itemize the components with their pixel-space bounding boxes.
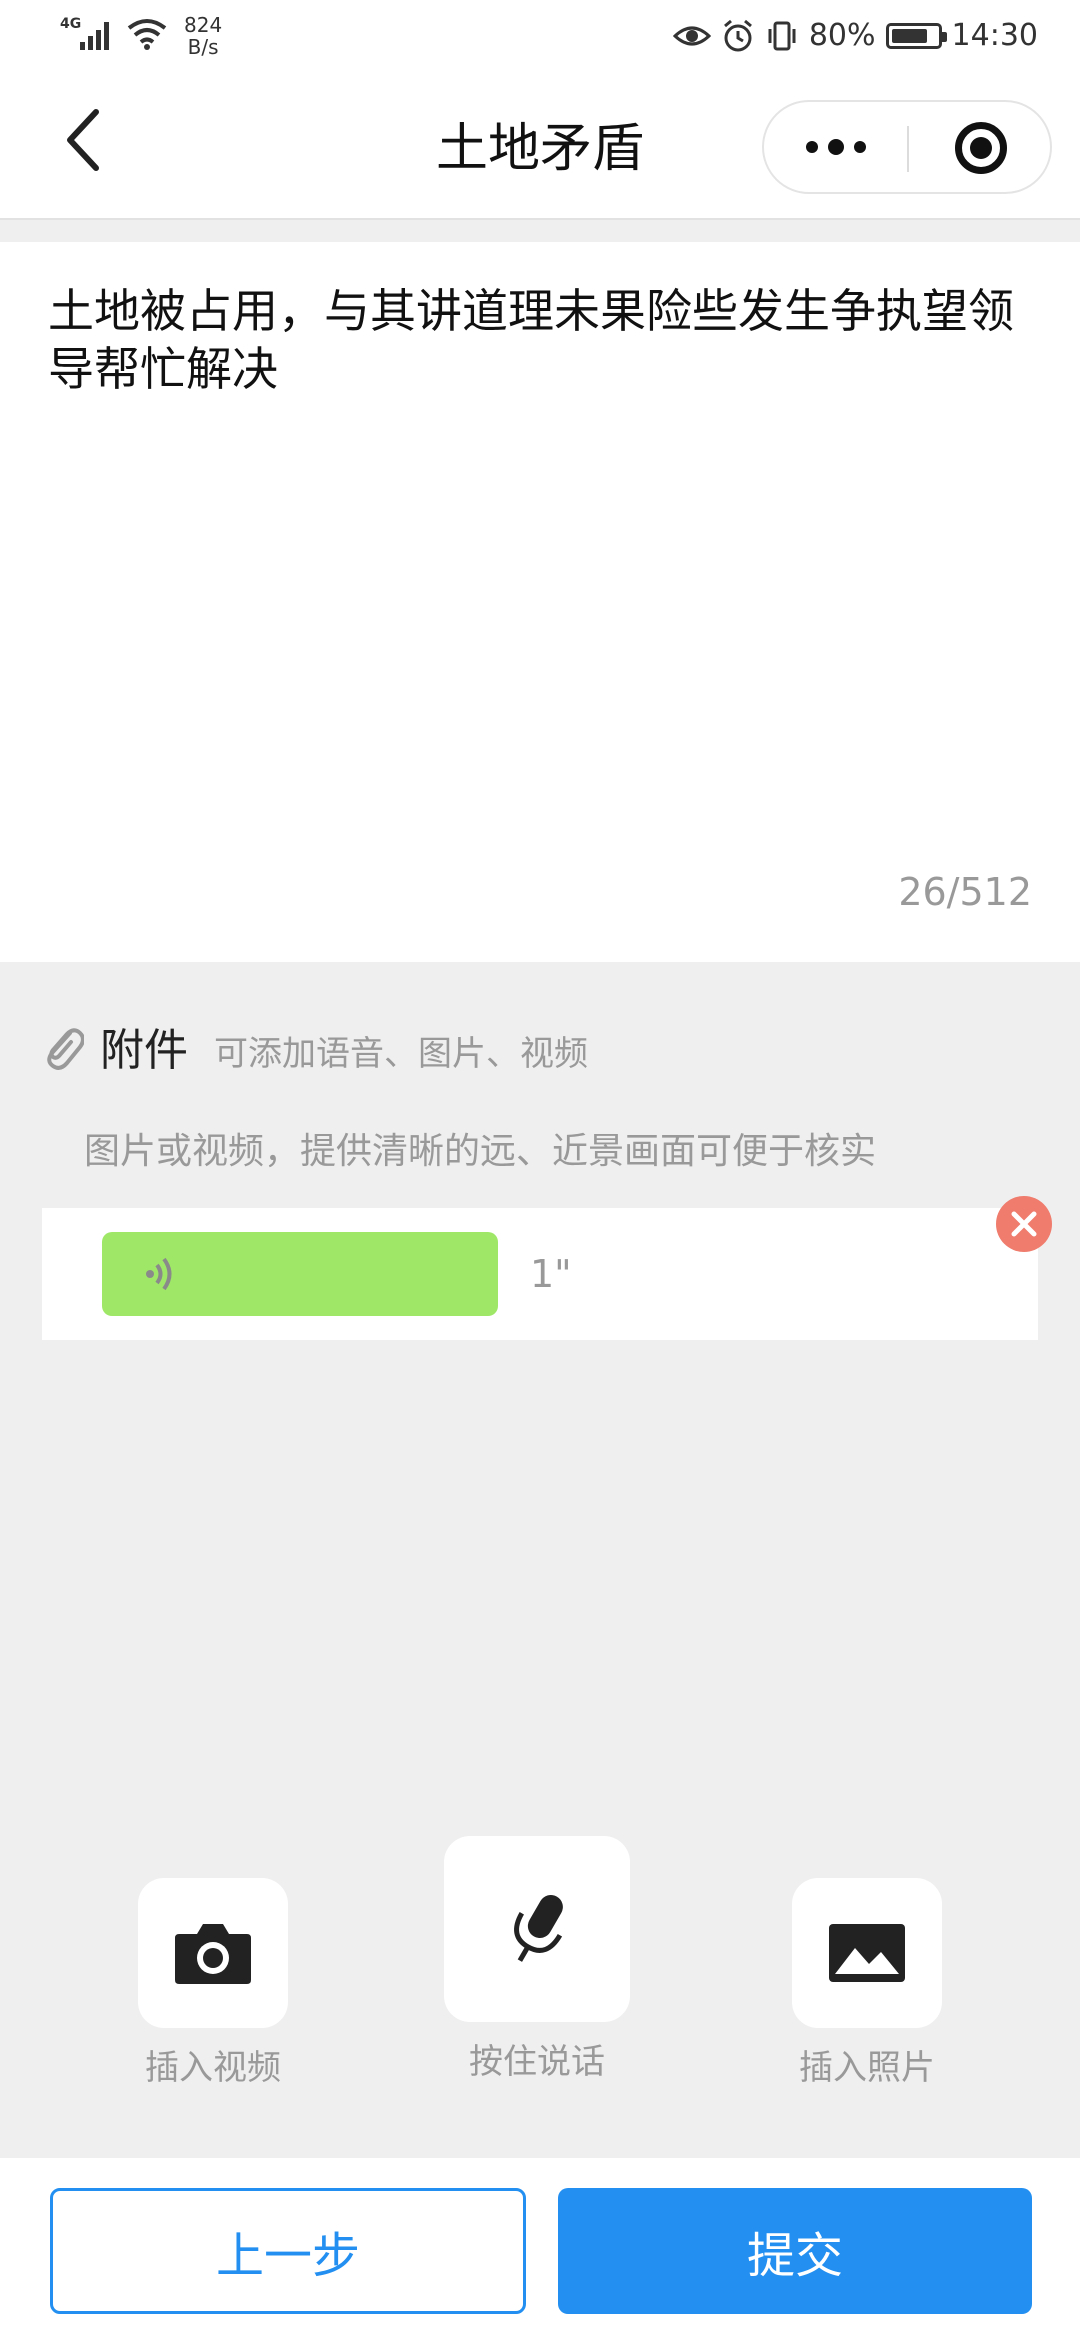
vibrate-icon	[768, 21, 796, 50]
wifi-icon	[127, 19, 167, 50]
battery-percent: 80%	[808, 18, 876, 53]
attachment-title: 附件	[100, 1025, 188, 1076]
voice-duration: 1"	[530, 1252, 572, 1296]
status-left: 4G 824 B/s	[60, 14, 222, 58]
signal-bar	[96, 30, 101, 50]
alarm-icon	[723, 19, 752, 51]
voice-tool: 按住说话	[444, 1836, 630, 2083]
more-dots-icon	[828, 139, 844, 155]
bottom-action-bar: 上一步 提交	[0, 2158, 1080, 2340]
more-dots-icon	[806, 141, 818, 153]
cellular-signal-icon: 4G	[60, 14, 116, 54]
close-icon	[1011, 1211, 1037, 1237]
attachment-header: 附件 可添加语音、图片、视频	[40, 1012, 588, 1080]
attachment-tip: 图片或视频，提供清晰的远、近景画面可便于核实	[84, 1131, 877, 1172]
nav-bar: 土地矛盾	[0, 74, 1080, 220]
network-speed-unit: B/s	[187, 35, 219, 59]
insert-photo-tool: 插入照片	[792, 1878, 942, 2089]
submit-button[interactable]: 提交	[558, 2188, 1032, 2314]
status-bar: 4G 824 B/s 80% 14:30	[0, 0, 1080, 74]
insert-photo-button[interactable]	[792, 1878, 942, 2028]
voice-attachment: 1"	[42, 1208, 1038, 1340]
description-textarea[interactable]: 土地被占用，与其讲道理未果险些发生争执望领导帮忙解决	[48, 282, 1028, 398]
battery-fill	[891, 28, 927, 43]
target-icon-dot	[970, 137, 992, 159]
network-speed-value: 824	[184, 13, 223, 37]
mini-program-capsule	[762, 100, 1052, 194]
exit-button[interactable]	[909, 102, 1052, 192]
network-speed: 824 B/s	[184, 14, 222, 58]
signal-bar	[80, 42, 85, 50]
battery-icon	[885, 22, 947, 49]
voice-play-button[interactable]	[102, 1232, 498, 1316]
network-type: 4G	[60, 16, 82, 32]
more-button[interactable]	[764, 102, 907, 192]
description-card: 土地被占用，与其讲道理未果险些发生争执望领导帮忙解决 26/512	[0, 242, 1080, 962]
signal-bar	[88, 36, 93, 50]
hold-to-talk-button[interactable]	[444, 1836, 630, 2022]
insert-video-tool: 插入视频	[138, 1878, 288, 2089]
page: 4G 824 B/s 80% 14:30 土地矛盾 土地被占用，与其讲道理未果险…	[0, 0, 1080, 2340]
image-icon	[829, 1924, 905, 1982]
more-dots-icon	[854, 141, 866, 153]
attachment-hint: 可添加语音、图片、视频	[214, 1033, 588, 1074]
insert-photo-label: 插入照片	[799, 2048, 935, 2088]
remove-voice-button[interactable]	[996, 1196, 1052, 1252]
sound-wave-icon	[146, 1257, 172, 1291]
hold-to-talk-label: 按住说话	[469, 2042, 605, 2082]
paperclip-icon	[47, 1028, 84, 1070]
previous-step-button[interactable]: 上一步	[50, 2188, 526, 2314]
clock: 14:30	[951, 18, 1038, 53]
insert-video-button[interactable]	[138, 1878, 288, 2028]
insert-video-label: 插入视频	[145, 2048, 281, 2088]
signal-bar	[104, 22, 109, 50]
microphone-icon	[514, 1894, 563, 1962]
camera-icon	[175, 1924, 251, 1984]
char-counter: 26/512	[898, 870, 1032, 914]
status-right: 80% 14:30	[672, 18, 1038, 53]
eye-icon	[672, 26, 711, 45]
